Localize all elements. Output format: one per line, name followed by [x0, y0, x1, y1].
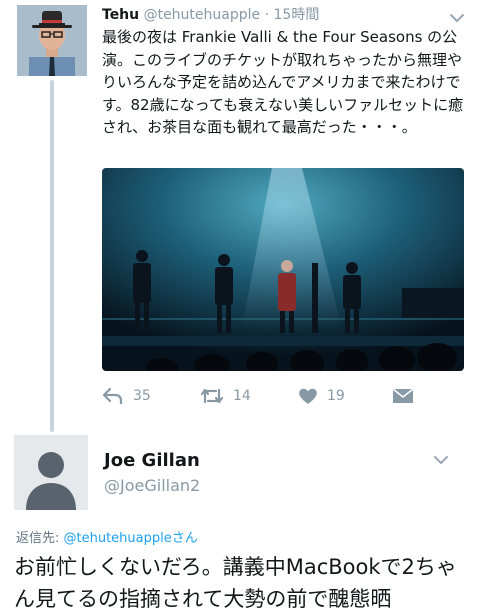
retweet-count: 14 [233, 388, 251, 404]
like-button[interactable]: 19 [298, 384, 345, 408]
like-count: 19 [327, 388, 345, 404]
default-avatar-icon[interactable] [14, 435, 88, 510]
direct-message-button[interactable] [392, 384, 414, 408]
reply-count: 35 [133, 388, 151, 404]
tweet1-avatar[interactable] [17, 5, 87, 76]
chevron-down-icon[interactable] [432, 451, 450, 464]
tweet1-separator: · [264, 7, 270, 23]
tweet2-text: お前忙しくないだろ。講義中MacBookで2ちゃん見てるの指摘されて大勢の前で醜… [14, 555, 457, 611]
direct-message-icon [392, 388, 414, 403]
retweet-button[interactable]: 14 [200, 384, 251, 408]
reply-button[interactable]: 35 [102, 384, 151, 408]
chevron-down-icon[interactable] [448, 9, 466, 22]
tweet1-action-bar: 35 14 19 [102, 384, 422, 408]
replying-to-line: 返信先: @tehutehuappleさん [16, 527, 198, 546]
tweet1-photo[interactable] [102, 168, 464, 371]
replying-to-handle[interactable]: @tehutehuapple [64, 531, 172, 546]
tweet1-text: 最後の夜は Frankie Valli & the Four Seasons の… [102, 28, 464, 136]
tweet1-timestamp[interactable]: 15時間 [274, 7, 320, 23]
tweet1-header: Tehu @tehutehuapple · 15時間 [102, 4, 319, 24]
reply-icon [102, 387, 123, 405]
tweet1-handle[interactable]: @tehutehuapple [144, 7, 261, 23]
thread-connector-line [50, 80, 54, 432]
tweet1-author-name[interactable]: Tehu [102, 7, 139, 23]
tweet2-handle[interactable]: @JoeGillan2 [104, 476, 200, 495]
like-icon [299, 388, 317, 404]
replying-to-label: 返信先: [16, 531, 64, 546]
retweet-icon [200, 388, 224, 404]
replying-to-suffix: さん [171, 531, 198, 546]
tweet2-author-name[interactable]: Joe Gillan [104, 450, 200, 471]
